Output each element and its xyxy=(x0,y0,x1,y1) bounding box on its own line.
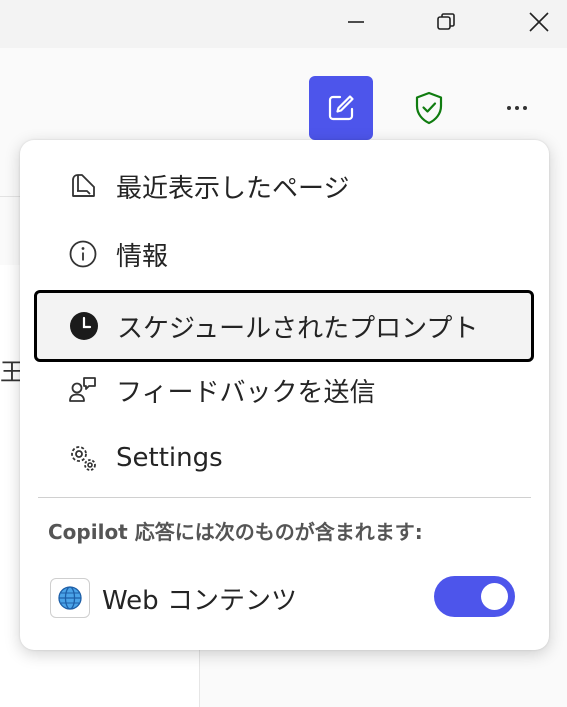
restore-icon xyxy=(437,13,455,30)
toggle-knob xyxy=(481,583,508,610)
book-icon xyxy=(66,169,100,203)
menu-item-label: Settings xyxy=(116,443,223,473)
menu-divider xyxy=(38,497,531,498)
partial-text: 王砥 xyxy=(0,358,20,386)
response-sources-heading: Copilot 応答には次のものが含まれます: xyxy=(48,520,423,544)
menu-item-label: フィードバックを送信 xyxy=(116,377,376,408)
more-options-button[interactable] xyxy=(495,88,539,128)
menu-item-label: 情報 xyxy=(116,241,169,272)
info-icon xyxy=(66,237,100,271)
compose-icon xyxy=(328,95,354,121)
minimize-icon xyxy=(348,21,364,23)
feedback-icon xyxy=(66,373,100,407)
menu-item-send-feedback[interactable]: フィードバックを送信 xyxy=(34,358,534,422)
more-icon-dot xyxy=(523,106,527,110)
restore-button[interactable] xyxy=(423,0,469,44)
close-button[interactable] xyxy=(516,0,562,44)
overflow-menu: 最近表示したページ 情報 スケジュールされたプロンプト フィードバックを送信 S… xyxy=(20,140,549,650)
more-icon xyxy=(507,106,511,110)
menu-item-scheduled-prompts[interactable]: スケジュールされたプロンプト xyxy=(34,290,534,362)
more-icon-dot xyxy=(515,106,519,110)
menu-item-settings[interactable]: Settings xyxy=(34,426,534,490)
close-icon xyxy=(529,12,549,32)
gear-icon xyxy=(66,441,100,475)
globe-icon xyxy=(50,578,90,618)
shield-check-icon xyxy=(415,91,443,125)
menu-item-info[interactable]: 情報 xyxy=(34,222,534,286)
web-content-label: Web コンテンツ xyxy=(102,585,297,616)
privacy-shield-button[interactable] xyxy=(409,86,449,130)
new-chat-button[interactable] xyxy=(309,76,373,140)
minimize-button[interactable] xyxy=(333,0,379,44)
web-content-toggle[interactable] xyxy=(434,576,515,617)
menu-item-label: スケジュールされたプロンプト xyxy=(117,313,479,344)
menu-item-recent-pages[interactable]: 最近表示したページ xyxy=(34,154,534,218)
clock-icon xyxy=(67,309,101,343)
menu-item-label: 最近表示したページ xyxy=(116,173,350,204)
